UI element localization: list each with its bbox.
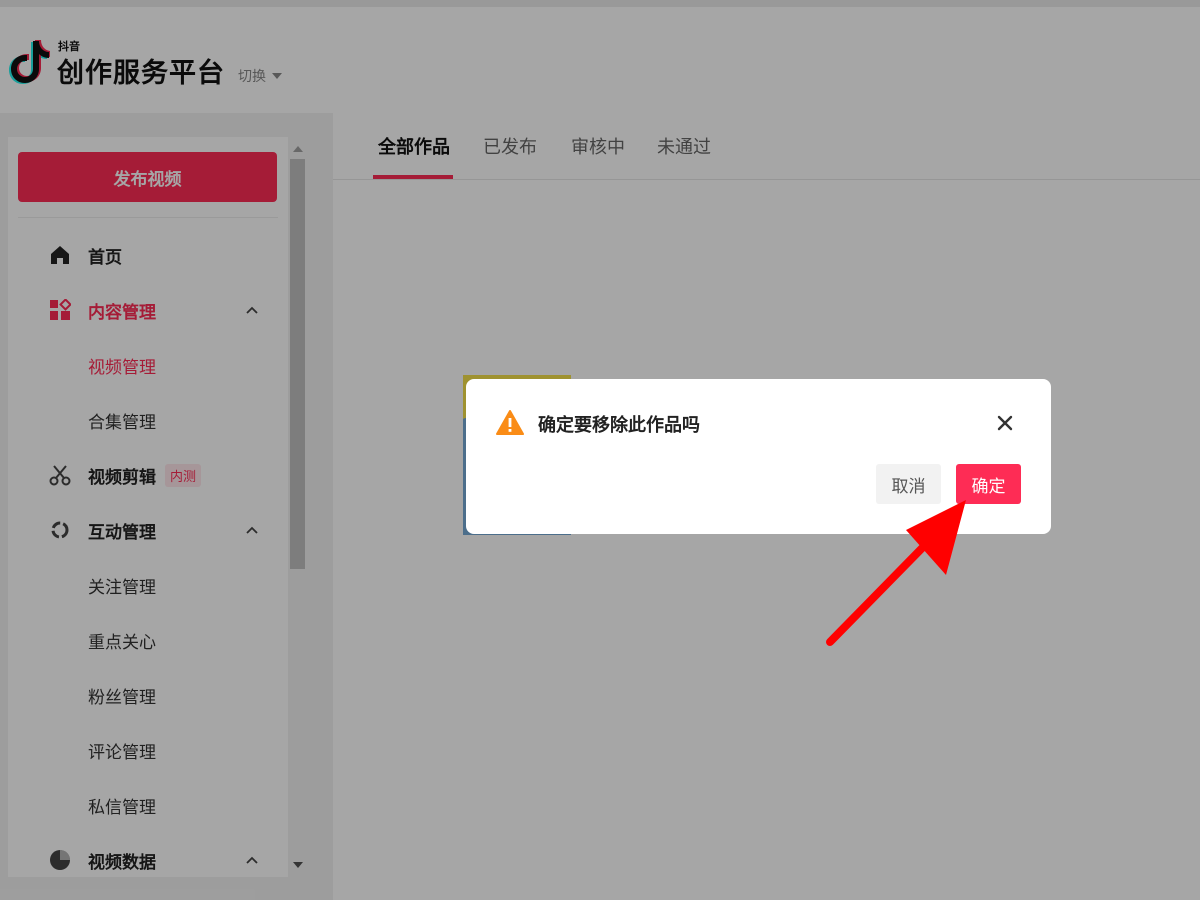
close-icon[interactable]	[996, 414, 1014, 432]
dialog-title: 确定要移除此作品吗	[538, 415, 700, 436]
app-root: 抖音 创作服务平台 切换 发布视频 首页 内容管理 视频管理 合集管理 视频剪辑…	[0, 0, 1200, 900]
cancel-button[interactable]: 取消	[876, 464, 941, 504]
confirm-button[interactable]: 确定	[956, 464, 1021, 504]
confirm-remove-dialog: 确定要移除此作品吗 取消 确定	[466, 379, 1051, 534]
warning-icon	[496, 410, 524, 435]
